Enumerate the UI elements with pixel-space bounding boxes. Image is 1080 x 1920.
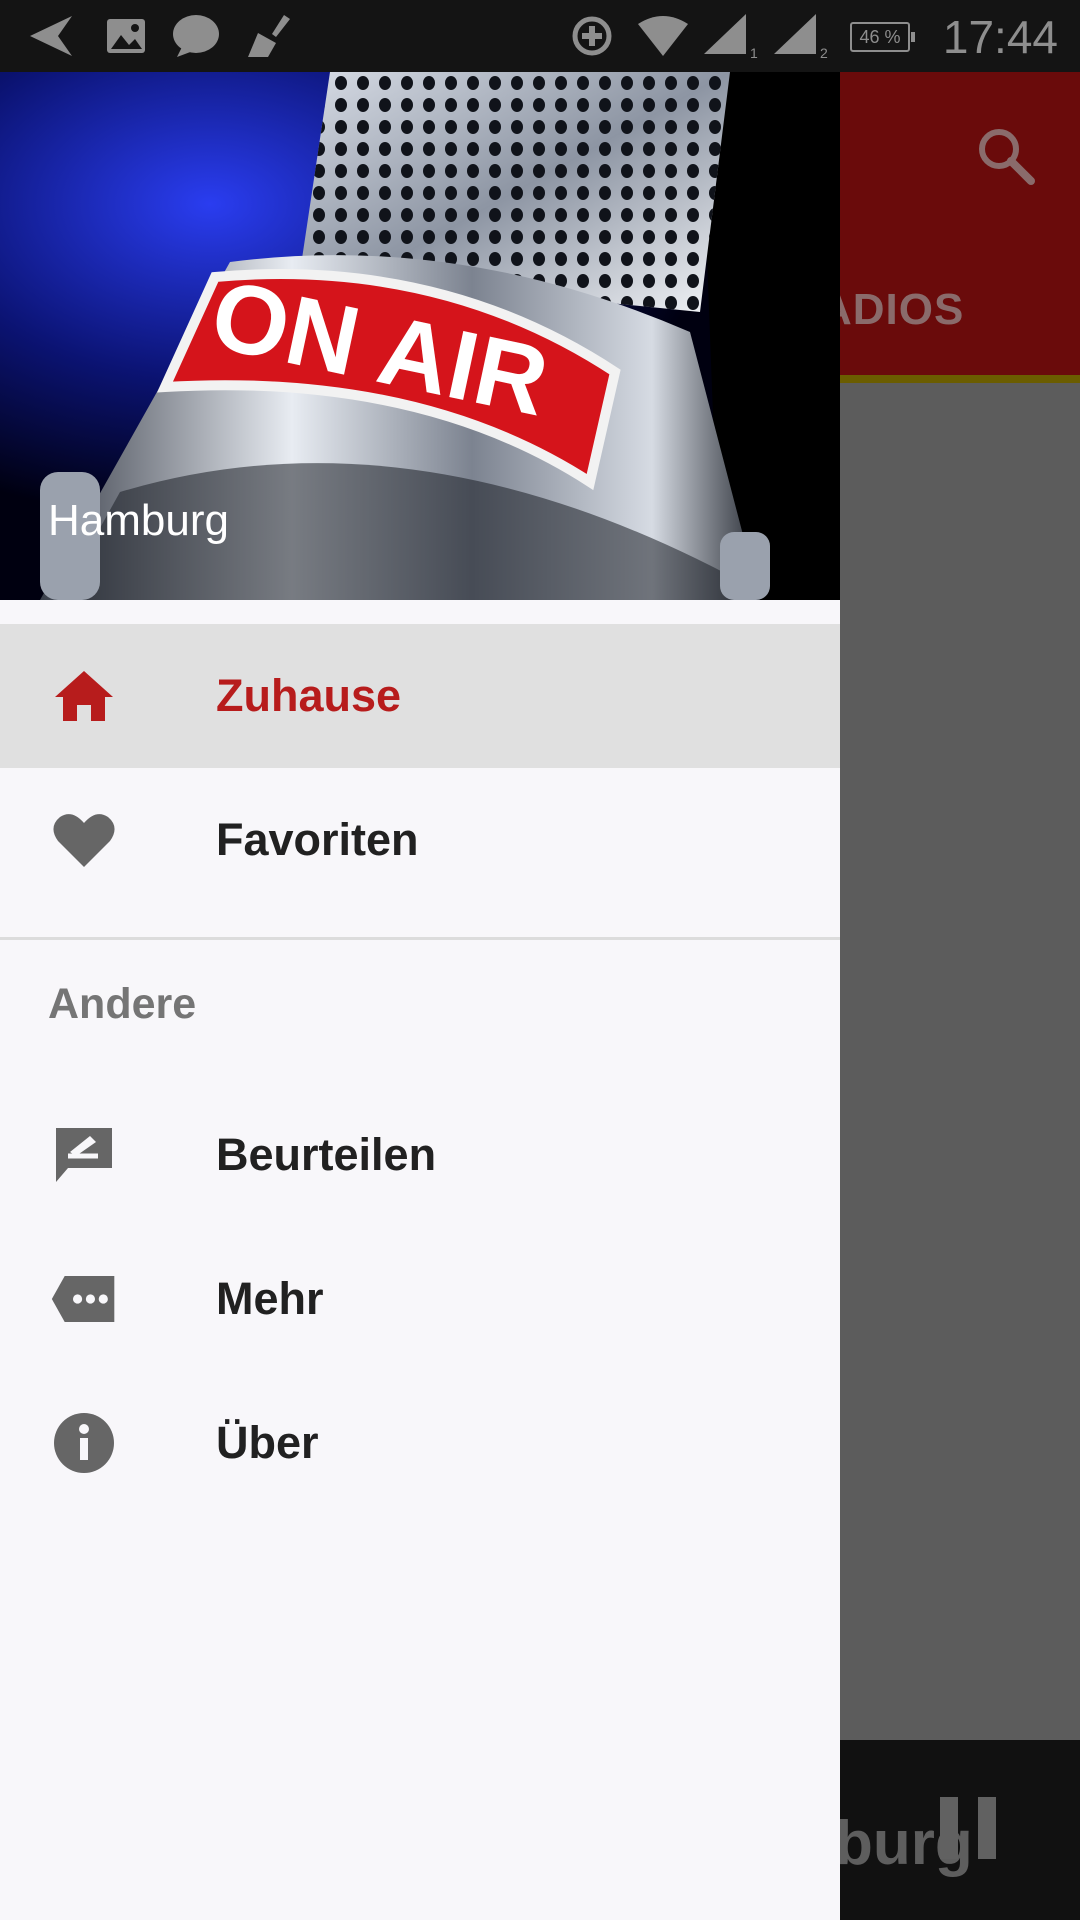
tab-radios[interactable]: ADIOS [820,285,964,335]
chat-bubble-icon [170,0,222,72]
image-icon [104,0,148,72]
menu-item-mehr[interactable]: Mehr [0,1227,840,1371]
back-arrow-icon [22,0,78,72]
battery-indicator: 46 % [850,22,915,52]
menu-label: Über [216,1417,319,1468]
more-tag-icon [50,1267,118,1331]
signal-2-icon: 2 [772,0,828,72]
svg-text:2: 2 [820,45,828,60]
drawer-header-title: Hamburg [48,496,229,545]
data-saver-icon [568,0,616,72]
menu-label: Mehr [216,1273,324,1324]
status-bar: 1 2 46 % 17:44 [0,0,1080,72]
search-icon[interactable] [975,125,1037,192]
menu-item-ueber[interactable]: Über [0,1371,840,1515]
clock: 17:44 [942,11,1058,63]
menu-label: Favoriten [216,814,419,865]
signal-1-icon: 1 [702,0,758,72]
heart-icon [50,808,118,872]
broom-icon [245,0,295,72]
navigation-drawer: ON AIR Hamburg Zuhause Favoriten Andere … [0,72,840,1920]
rate-review-icon [50,1123,118,1187]
section-header-andere: Andere [48,980,197,1028]
menu-label: Beurteilen [216,1129,437,1180]
menu-item-zuhause[interactable]: Zuhause [0,624,840,768]
drawer-header: ON AIR Hamburg [0,72,840,600]
svg-text:1: 1 [750,45,758,60]
menu-label: Zuhause [216,670,402,721]
menu-item-favoriten[interactable]: Favoriten [0,768,840,912]
info-icon [50,1411,118,1475]
wifi-icon [636,0,690,72]
drawer-divider [0,937,840,940]
menu-item-beurteilen[interactable]: Beurteilen [0,1083,840,1227]
home-icon [50,664,118,728]
